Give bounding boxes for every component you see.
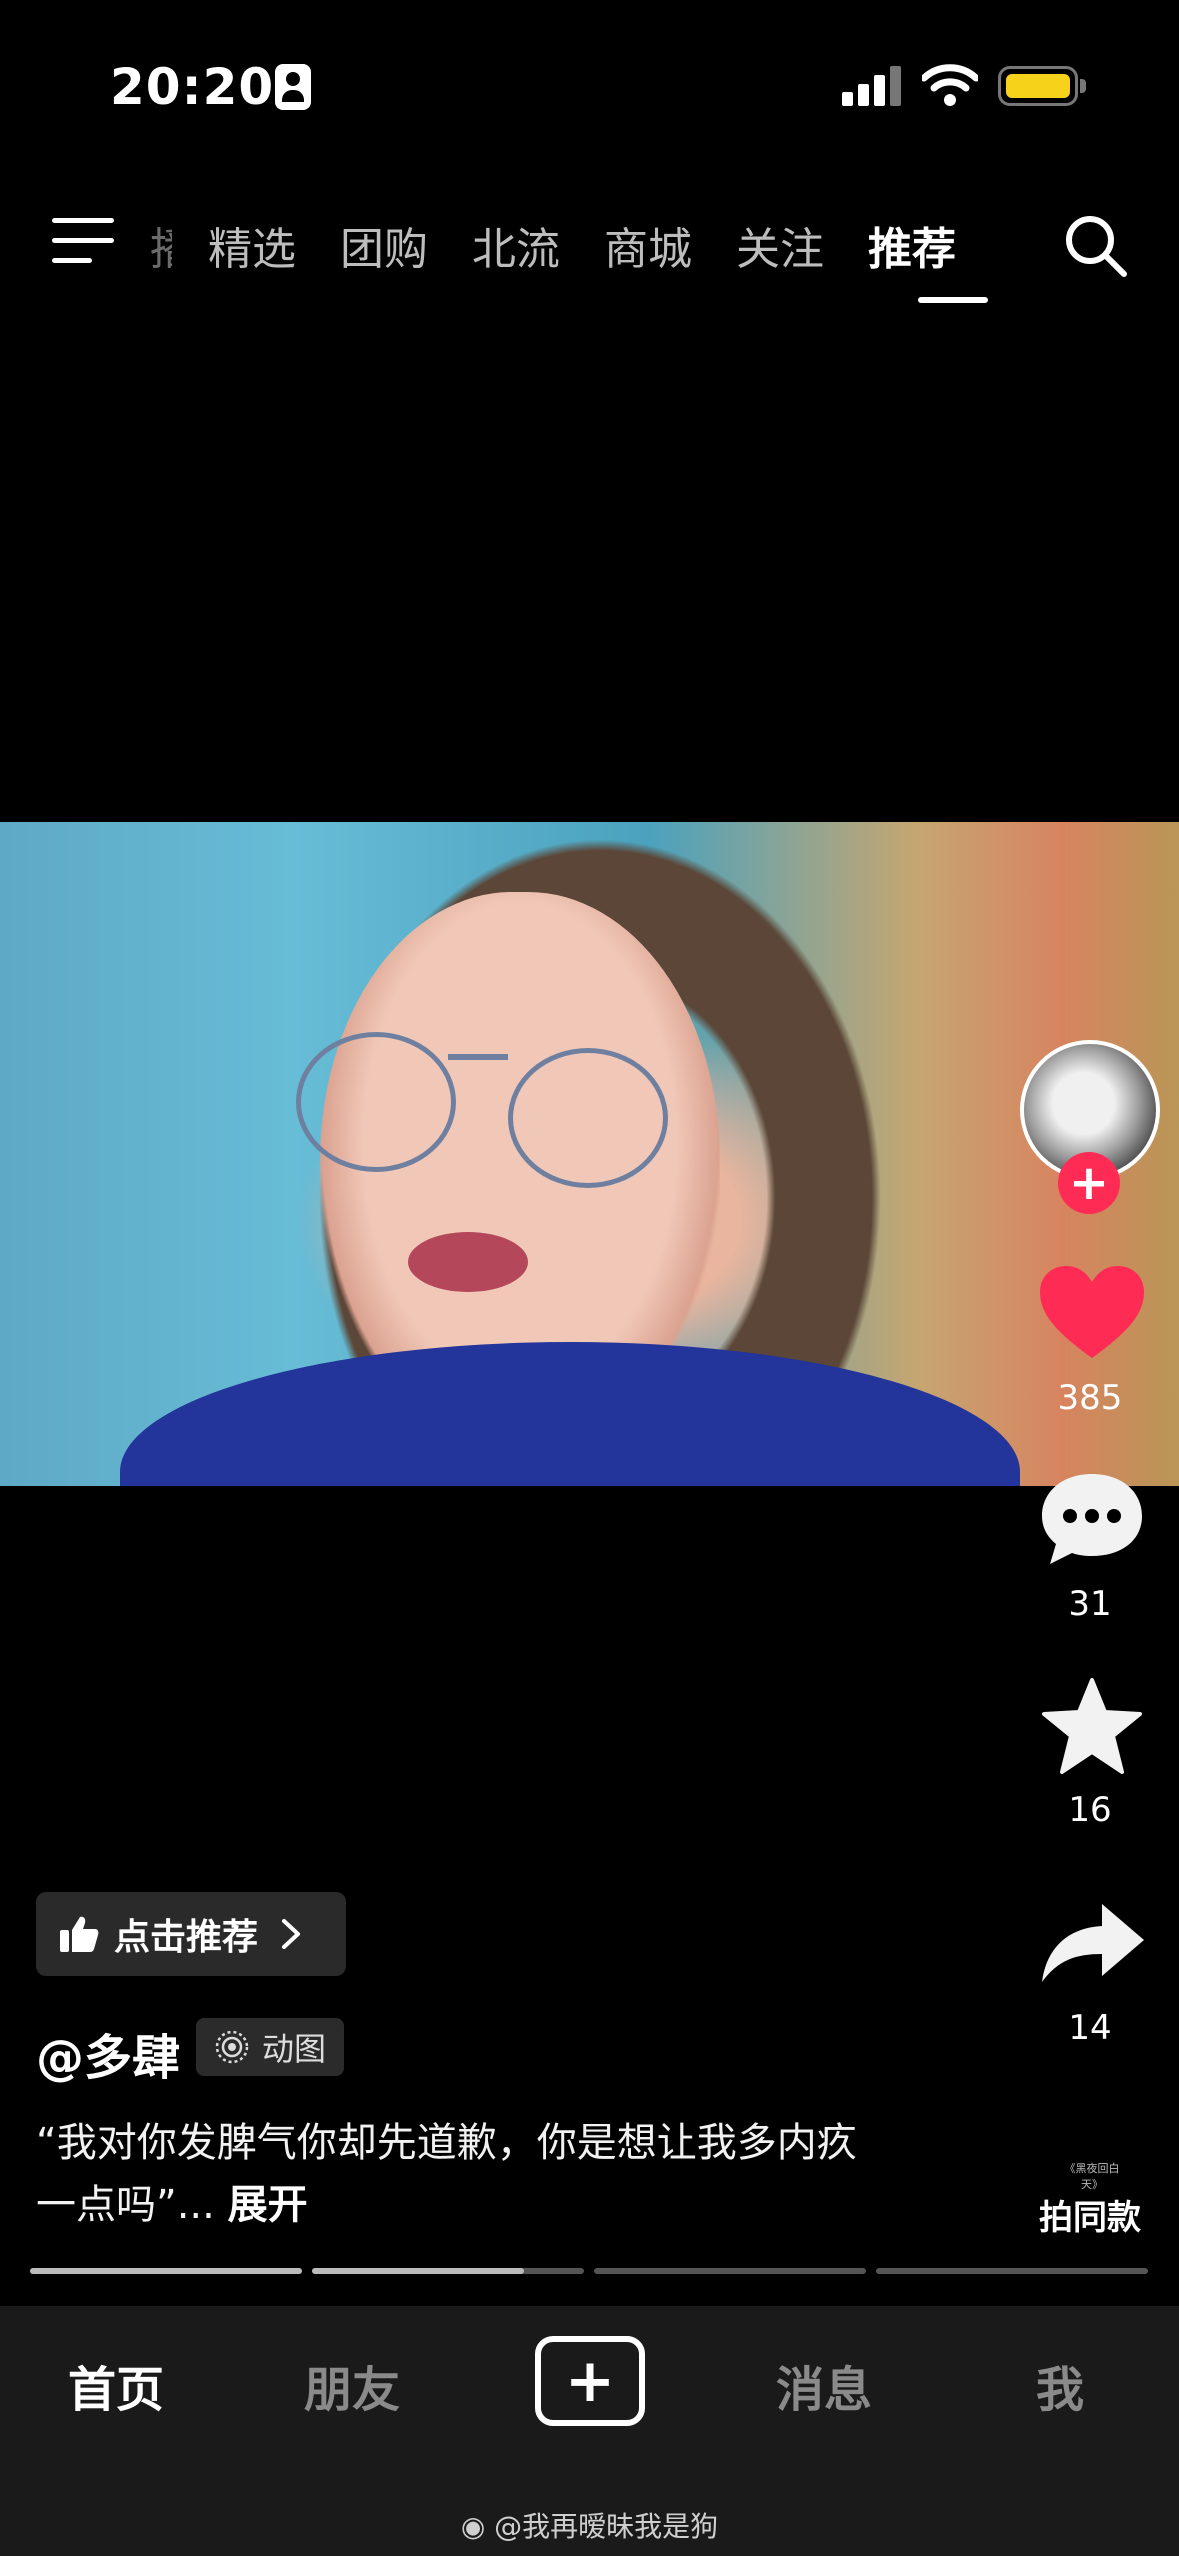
tab-me[interactable]: 我 xyxy=(960,2350,1160,2420)
watermark-text: @我再暧昧我是狗 xyxy=(494,2510,719,2543)
progress-segment-4 xyxy=(876,2268,1148,2274)
search-icon[interactable] xyxy=(1062,212,1128,278)
focus-person-icon xyxy=(275,64,311,110)
progress-segment-3 xyxy=(594,2268,866,2274)
like-count: 385 xyxy=(1057,1378,1123,1418)
follow-button[interactable]: + xyxy=(1058,1152,1120,1214)
share-count: 14 xyxy=(1068,2008,1112,2048)
tab-partial[interactable]: 播 xyxy=(150,213,172,277)
tab-friends[interactable]: 朋友 xyxy=(252,2350,452,2420)
weibo-icon: ◉ xyxy=(460,2510,486,2543)
wifi-icon xyxy=(922,64,978,106)
status-time: 20:20 xyxy=(110,58,275,116)
tab-following[interactable]: 关注 xyxy=(736,213,824,277)
create-button[interactable]: + xyxy=(535,2336,645,2426)
comment-icon[interactable] xyxy=(1036,1468,1148,1568)
star-icon[interactable] xyxy=(1036,1676,1148,1776)
active-tab-indicator xyxy=(918,297,988,303)
tab-home[interactable]: 首页 xyxy=(16,2350,216,2420)
caption-text: “我对你发脾气你却先道歉，你是想让我多内疚一点吗”... xyxy=(36,2120,857,2228)
tab-group-buy[interactable]: 团购 xyxy=(340,213,428,277)
cellular-signal-icon xyxy=(842,64,902,106)
top-tabs: 播 精选 团购 北流 商城 关注 推荐 xyxy=(150,210,1000,280)
progress-segment-2 xyxy=(312,2268,584,2274)
battery-icon xyxy=(998,66,1078,106)
menu-icon[interactable] xyxy=(52,218,114,268)
gif-badge-label: 动图 xyxy=(262,2030,327,2068)
tab-featured[interactable]: 精选 xyxy=(208,213,296,277)
recommend-chip[interactable]: 点击推荐 xyxy=(36,1892,347,1976)
thumbs-up-icon xyxy=(60,1916,99,1952)
heart-icon[interactable] xyxy=(1036,1262,1148,1362)
creator-username[interactable]: @多肆 xyxy=(36,2018,180,2088)
same-style-thumbnail[interactable]: 《黑夜回白天》 xyxy=(1058,2160,1126,2191)
comment-count: 31 xyxy=(1068,1584,1112,1624)
progress-segment-1 xyxy=(30,2268,302,2274)
favorite-count: 16 xyxy=(1068,1790,1112,1830)
expand-caption-button[interactable]: 展开 xyxy=(228,2182,308,2228)
chevron-right-icon xyxy=(282,1919,301,1949)
video-caption[interactable]: “我对你发脾气你却先道歉，你是想让我多内疚一点吗”... 展开 xyxy=(36,2112,896,2236)
recommend-chip-label: 点击推荐 xyxy=(114,1917,259,1958)
tab-mall[interactable]: 商城 xyxy=(604,213,692,277)
tab-location[interactable]: 北流 xyxy=(472,213,560,277)
share-icon[interactable] xyxy=(1036,1896,1148,1996)
watermark: ◉ @我再暧昧我是狗 xyxy=(0,2505,1179,2545)
same-style-button[interactable]: 拍同款 xyxy=(1000,2190,1179,2239)
gif-badge: 动图 xyxy=(196,2018,345,2076)
battery-cap xyxy=(1080,79,1086,93)
live-photo-icon xyxy=(215,2030,249,2064)
tab-messages[interactable]: 消息 xyxy=(724,2350,924,2420)
tab-recommended[interactable]: 推荐 xyxy=(868,213,956,277)
